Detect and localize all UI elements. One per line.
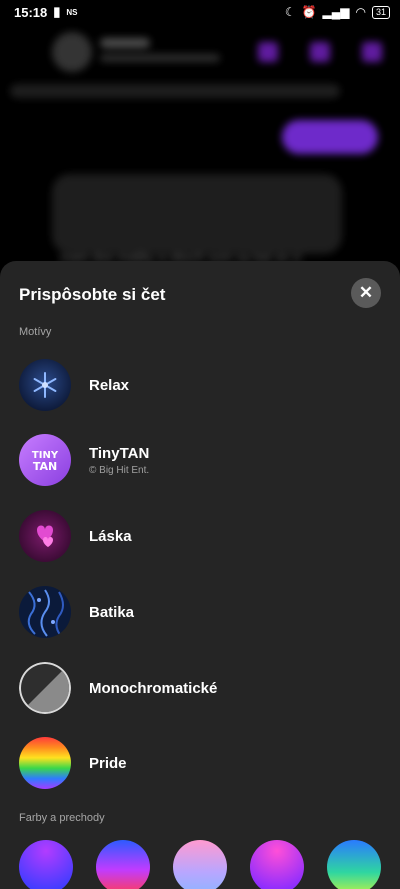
- theme-subtitle: © Big Hit Ent.: [89, 464, 150, 476]
- info-icon: [362, 42, 382, 62]
- status-bar: 15:18 ▮ NS ☾ ⏰ ▂▄▆ ◠ 31: [0, 0, 400, 24]
- carrier-tag: NS: [66, 7, 78, 17]
- theme-info: Batika: [89, 604, 134, 621]
- theme-info: Láska: [89, 528, 132, 545]
- color-swatch[interactable]: [327, 840, 381, 889]
- color-swatch-row: [19, 840, 381, 889]
- theme-item-laska[interactable]: Láska: [19, 510, 132, 562]
- status-time: 15:18: [14, 4, 48, 20]
- contact-name-blur: [100, 38, 150, 48]
- blurred-row: [10, 84, 340, 98]
- battery-icon: 31: [371, 5, 390, 19]
- svg-text:TAN: TAN: [33, 460, 57, 473]
- customize-chat-sheet: Prispôsobte si čet ✕ Motívy Relax TINY T…: [0, 261, 400, 889]
- status-right: ☾ ⏰ ▂▄▆ ◠ 31: [285, 5, 390, 19]
- blurred-chat-background: mam dve matiky a oboch som sa bal ze ci: [0, 24, 400, 265]
- color-swatch[interactable]: [96, 840, 150, 889]
- sheet-title: Prispôsobte si čet: [19, 285, 166, 304]
- sim-icon: ▮: [53, 4, 61, 19]
- close-icon: ✕: [358, 283, 374, 302]
- theme-item-monochrome[interactable]: Monochromatické: [19, 662, 217, 714]
- received-message-bubble: [52, 174, 342, 254]
- video-icon: [310, 42, 330, 62]
- sent-message-bubble: [282, 120, 378, 154]
- theme-info: Monochromatické: [89, 680, 217, 697]
- color-swatch[interactable]: [173, 840, 227, 889]
- theme-name: TinyTAN: [89, 444, 150, 462]
- avatar: [52, 32, 92, 72]
- theme-item-relax[interactable]: Relax: [19, 359, 129, 411]
- chat-header: [0, 24, 400, 74]
- signal-icon: ▂▄▆: [322, 5, 350, 19]
- theme-name: Pride: [89, 754, 127, 772]
- alarm-icon: ⏰: [301, 5, 317, 19]
- color-swatch[interactable]: [250, 840, 304, 889]
- status-left: 15:18 ▮ NS: [14, 4, 78, 20]
- theme-info: Relax: [89, 377, 129, 394]
- theme-name: Monochromatické: [89, 679, 218, 697]
- hearts-theme-icon: [19, 510, 71, 562]
- tinytan-theme-icon: TINY TAN: [19, 434, 71, 486]
- color-swatch[interactable]: [19, 840, 73, 889]
- dnd-moon-icon: ☾: [284, 5, 296, 19]
- theme-name: Relax: [89, 376, 130, 394]
- snowflake-theme-icon: [19, 359, 71, 411]
- themes-section-label: Motívy: [19, 326, 52, 338]
- colors-section-label: Farby a prechody: [19, 812, 105, 824]
- theme-info: Pride: [89, 755, 127, 772]
- theme-info: TinyTAN © Big Hit Ent.: [89, 445, 149, 476]
- contact-status-blur: [100, 54, 220, 62]
- theme-item-pride[interactable]: Pride: [19, 737, 127, 789]
- wifi-icon: ◠: [355, 5, 366, 19]
- batik-theme-icon: [19, 586, 71, 638]
- monochrome-theme-icon: [19, 662, 71, 714]
- theme-name: Láska: [89, 527, 132, 545]
- close-button[interactable]: ✕: [351, 278, 381, 308]
- theme-item-tinytan[interactable]: TINY TAN TinyTAN © Big Hit Ent.: [19, 434, 149, 486]
- phone-icon: [258, 42, 278, 62]
- theme-name: Batika: [89, 603, 135, 621]
- rainbow-theme-icon: [19, 737, 71, 789]
- theme-item-batika[interactable]: Batika: [19, 586, 134, 638]
